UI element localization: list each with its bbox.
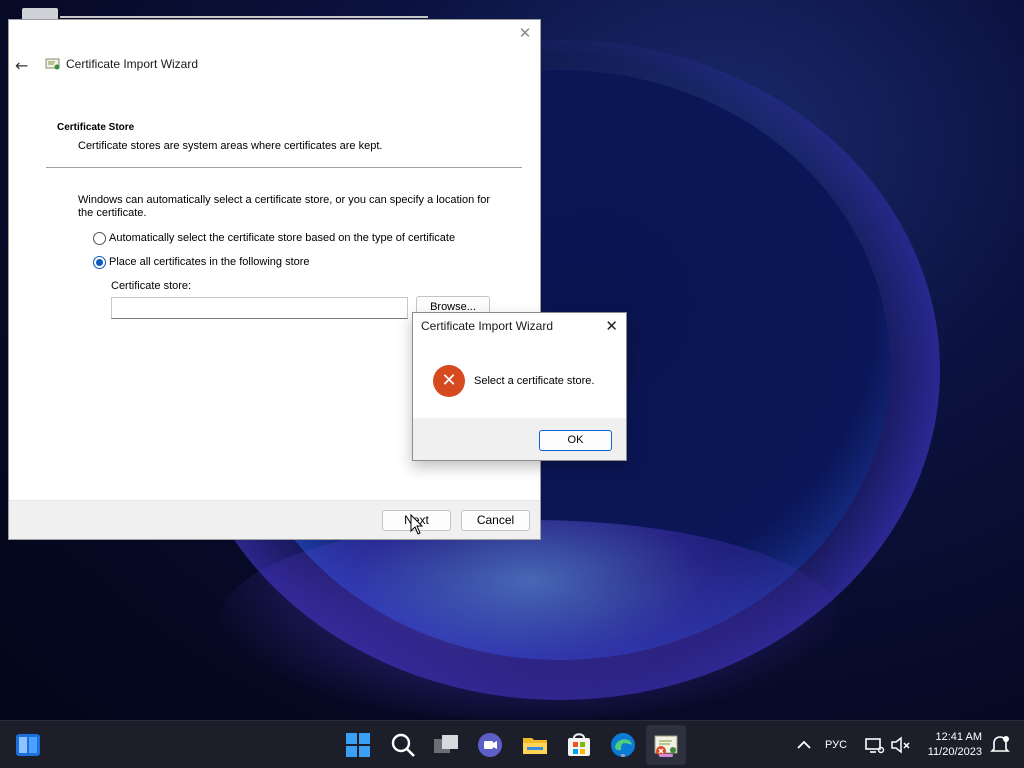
edge-icon[interactable] <box>609 731 637 759</box>
back-arrow-icon[interactable]: ← <box>15 56 28 75</box>
radio-manual-indicator[interactable] <box>93 255 106 269</box>
clock-time[interactable]: 12:41 AM <box>928 731 982 743</box>
task-view-icon[interactable] <box>432 731 460 759</box>
cancel-button[interactable]: Cancel <box>461 510 530 531</box>
radio-manual-label[interactable]: Place all certificates in the following … <box>109 256 310 268</box>
store-icon[interactable] <box>565 731 593 759</box>
certificate-import-wizard-window: ✕ ← Certificate Import Wizard Certificat… <box>8 19 541 540</box>
intro-text: Windows can automatically select a certi… <box>78 194 491 219</box>
certificate-icon <box>45 58 60 70</box>
teams-chat-icon[interactable] <box>476 731 504 759</box>
radio-place-in-store[interactable]: Place all certificates in the following … <box>93 254 310 270</box>
wizard-title: Certificate Import Wizard <box>66 57 199 71</box>
start-icon[interactable] <box>344 731 372 759</box>
network-icon[interactable] <box>860 731 888 759</box>
edge-running-indicator <box>621 754 625 757</box>
dialog-footer: OK <box>413 418 626 460</box>
error-icon: ✕ <box>433 365 465 397</box>
wallpaper-bloom-glow <box>220 520 840 720</box>
header-separator <box>46 167 522 168</box>
section-title: Certificate Store <box>57 122 135 133</box>
mouse-cursor-icon <box>410 514 424 535</box>
wizard-close-button[interactable]: ✕ <box>518 26 532 41</box>
clock-date[interactable]: 11/20/2023 <box>920 746 982 758</box>
dialog-message: Select a certificate store. <box>474 375 595 387</box>
widgets-icon[interactable] <box>14 731 42 759</box>
certificate-store-label: Certificate store: <box>111 280 192 292</box>
ok-button[interactable]: OK <box>539 430 612 451</box>
taskbar: РУС 12:41 AM 11/20/2023 <box>0 720 1024 768</box>
file-explorer-icon[interactable] <box>521 731 549 759</box>
wizard-footer: Next Cancel <box>9 500 540 539</box>
search-icon[interactable] <box>389 731 417 759</box>
certificate-store-field[interactable] <box>111 297 408 319</box>
radio-auto-indicator[interactable] <box>93 231 106 245</box>
dialog-close-button[interactable]: ✕ <box>605 317 618 335</box>
dialog-title: Certificate Import Wizard <box>421 319 554 333</box>
background-window-edge <box>60 16 428 18</box>
radio-auto-label[interactable]: Automatically select the certificate sto… <box>109 232 455 244</box>
input-language-indicator[interactable]: РУС <box>825 739 847 751</box>
section-subtitle: Certificate stores are system areas wher… <box>78 140 383 152</box>
cert-wizard-app-icon[interactable] <box>652 731 680 759</box>
cert-wizard-active-indicator <box>659 754 673 757</box>
radio-auto-select[interactable]: Automatically select the certificate sto… <box>93 230 455 246</box>
volume-muted-icon[interactable] <box>886 731 914 759</box>
tray-chevron-icon[interactable] <box>790 731 818 759</box>
notifications-icon[interactable] <box>986 731 1014 759</box>
error-dialog: Certificate Import Wizard ✕ ✕ Select a c… <box>412 312 627 461</box>
